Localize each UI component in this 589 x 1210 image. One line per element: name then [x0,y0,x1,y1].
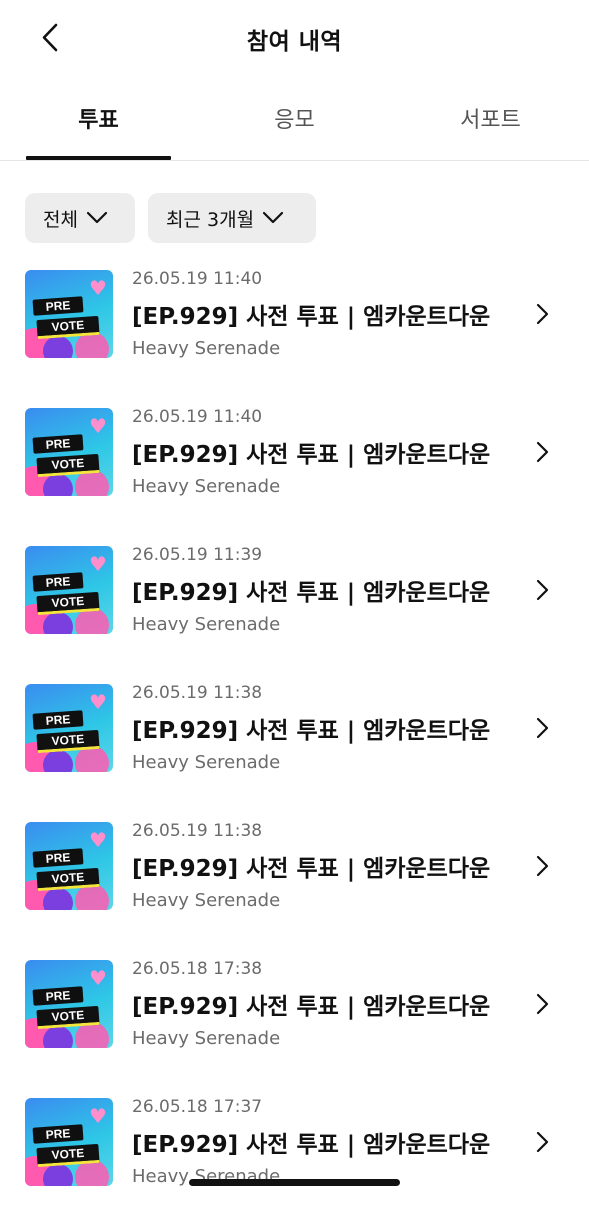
thumb-badge-pre: PRE [32,986,84,1006]
pre-vote-thumbnail: ♥ PRE VOTE [25,546,113,634]
period-filter-label: 최근 3개월 [166,208,255,231]
list-item[interactable]: ♥ PRE VOTE 26.05.19 11:38 [EP.929] 사전 투표 | 엠… [0,676,589,796]
period-filter-dropdown[interactable]: 최근 3개월 [148,193,316,243]
item-date: 26.05.18 17:38 [132,959,263,979]
item-artist: Heavy Serenade [132,752,281,773]
list-item[interactable]: ♥ PRE VOTE 26.05.19 11:39 [EP.929] 사전 투표 | 엠… [0,538,589,658]
heart-icon: ♥ [89,690,107,714]
list-item[interactable]: ♥ PRE VOTE 26.05.19 11:40 [EP.929] 사전 투표 | 엠… [0,400,589,520]
pre-vote-thumbnail: ♥ PRE VOTE [25,684,113,772]
pre-vote-thumbnail: ♥ PRE VOTE [25,270,113,358]
chevron-right-icon [536,717,549,739]
chevron-right-icon [536,1131,549,1153]
item-title: [EP.929] 사전 투표 | 엠카운트다운 [132,442,491,468]
chevron-right-icon [536,993,549,1015]
list-item[interactable]: ♥ PRE VOTE 26.05.19 11:38 [EP.929] 사전 투표 | 엠… [0,814,589,934]
heart-icon: ♥ [89,552,107,576]
app-header: 참여 내역 [0,0,589,76]
heart-icon: ♥ [89,828,107,852]
list-item[interactable]: ♥ PRE VOTE 26.05.18 17:38 [EP.929] 사전 투표 | 엠… [0,952,589,1072]
heart-icon: ♥ [89,276,107,300]
tab-bar: 투표 응모 서포트 [0,88,589,161]
item-date: 26.05.19 11:38 [132,683,263,703]
pre-vote-thumbnail: ♥ PRE VOTE [25,408,113,496]
tab-entry[interactable]: 응모 [222,88,367,158]
thumb-badge-pre: PRE [32,710,84,730]
home-indicator [189,1179,400,1186]
item-artist: Heavy Serenade [132,1028,281,1049]
type-filter-dropdown[interactable]: 전체 [25,193,135,243]
thumb-badge-pre: PRE [32,434,84,454]
item-artist: Heavy Serenade [132,890,281,911]
pre-vote-thumbnail: ♥ PRE VOTE [25,960,113,1048]
pre-vote-thumbnail: ♥ PRE VOTE [25,1098,113,1186]
item-artist: Heavy Serenade [132,338,281,359]
item-title: [EP.929] 사전 투표 | 엠카운트다운 [132,1132,491,1158]
item-title: [EP.929] 사전 투표 | 엠카운트다운 [132,304,491,330]
tab-vote[interactable]: 투표 [26,88,171,158]
chevron-down-icon [86,211,108,224]
thumb-badge-pre: PRE [32,296,84,316]
thumb-badge-pre: PRE [32,572,84,592]
item-date: 26.05.19 11:40 [132,269,263,289]
item-date: 26.05.19 11:40 [132,407,263,427]
item-date: 26.05.19 11:38 [132,821,263,841]
item-title: [EP.929] 사전 투표 | 엠카운트다운 [132,580,491,606]
heart-icon: ♥ [89,1104,107,1128]
list-item[interactable]: ♥ PRE VOTE 26.05.19 11:40 [EP.929] 사전 투표 | 엠… [0,262,589,382]
tab-support[interactable]: 서포트 [418,88,563,158]
page-title: 참여 내역 [246,29,343,55]
heart-icon: ♥ [89,414,107,438]
item-title: [EP.929] 사전 투표 | 엠카운트다운 [132,856,491,882]
chevron-down-icon [262,211,284,224]
item-artist: Heavy Serenade [132,614,281,635]
item-artist: Heavy Serenade [132,476,281,497]
thumb-badge-pre: PRE [32,848,84,868]
heart-icon: ♥ [89,966,107,990]
item-title: [EP.929] 사전 투표 | 엠카운트다운 [132,994,491,1020]
list-item[interactable]: ♥ PRE VOTE 26.05.18 17:37 [EP.929] 사전 투표 | 엠… [0,1090,589,1210]
item-title: [EP.929] 사전 투표 | 엠카운트다운 [132,718,491,744]
chevron-right-icon [536,441,549,463]
item-date: 26.05.18 17:37 [132,1097,263,1117]
pre-vote-thumbnail: ♥ PRE VOTE [25,822,113,910]
chevron-right-icon [536,855,549,877]
thumb-badge-pre: PRE [32,1124,84,1144]
active-tab-indicator [26,156,171,160]
chevron-right-icon [536,303,549,325]
item-date: 26.05.19 11:39 [132,545,263,565]
type-filter-label: 전체 [43,208,78,231]
chevron-right-icon [536,579,549,601]
